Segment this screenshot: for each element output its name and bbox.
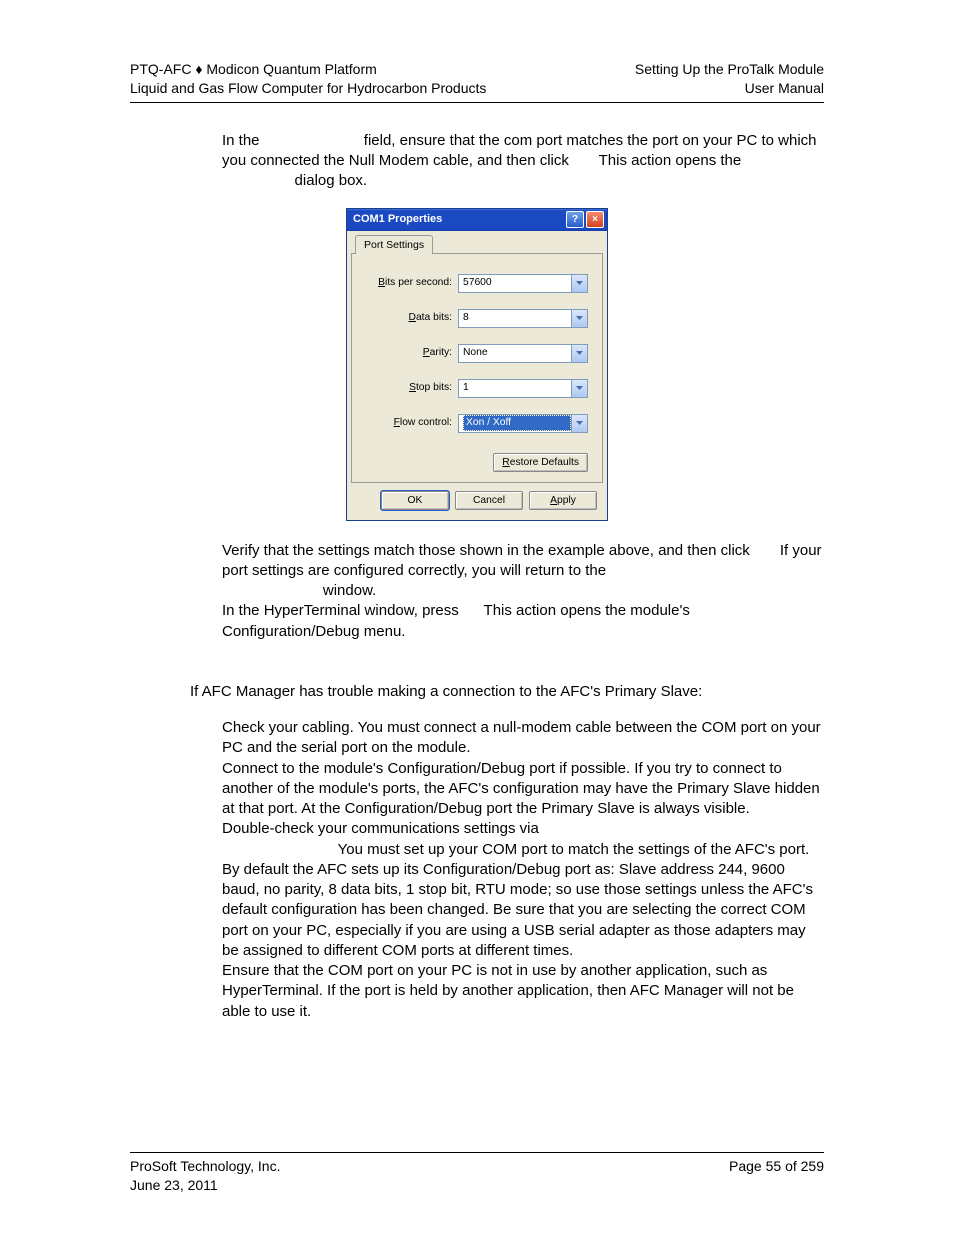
text: In the [222,132,264,149]
page-header: PTQ-AFC ♦ Modicon Quantum Platform Liqui… [130,60,824,103]
text: Double-check your communications setting… [222,820,539,837]
text: This action opens the [599,152,746,169]
dialog-titlebar[interactable]: COM1 Properties ? × [347,209,607,231]
com1-properties-dialog: COM1 Properties ? × Port Settings Bits p… [346,208,608,521]
troubleshoot-item-1: Check your cabling. You must connect a n… [222,718,824,759]
header-left-line2: Liquid and Gas Flow Computer for Hydroca… [130,79,486,98]
paragraph-2: Verify that the settings match those sho… [222,541,824,642]
troubleshoot-item-3: Double-check your communications setting… [222,819,824,961]
header-left-line1: PTQ-AFC ♦ Modicon Quantum Platform [130,60,486,79]
stop-bits-select[interactable]: 1 [458,379,588,398]
close-button[interactable]: × [586,211,604,228]
troubleshoot-item-2: Connect to the module's Configuration/De… [222,759,824,820]
tab-port-settings[interactable]: Port Settings [355,235,433,254]
chevron-down-icon [571,380,587,397]
text: window. [323,582,376,599]
parity-label: Parity: [366,346,458,360]
text: Verify that the settings match those sho… [222,542,754,559]
apply-button[interactable]: Apply [529,491,597,510]
restore-defaults-button[interactable]: Restore Defaults [493,453,588,472]
footer-page: Page 55 of 259 [729,1157,824,1176]
header-right-line2: User Manual [635,79,824,98]
footer-company: ProSoft Technology, Inc. [130,1157,280,1176]
help-button[interactable]: ? [566,211,584,228]
chevron-down-icon [571,345,587,362]
bits-per-second-label: Bits per second: [366,276,458,290]
ok-button[interactable]: OK [381,491,449,510]
data-bits-value: 8 [463,311,571,325]
chevron-down-icon [571,310,587,327]
parity-value: None [463,346,571,360]
footer-date: June 23, 2011 [130,1176,280,1195]
text: In the HyperTerminal window, press [222,602,463,619]
dialog-title: COM1 Properties [353,212,566,227]
text: You must set up your COM port to match t… [222,841,813,959]
parity-select[interactable]: None [458,344,588,363]
cancel-button[interactable]: Cancel [455,491,523,510]
data-bits-label: Data bits: [366,311,458,325]
text: dialog box. [295,172,368,189]
troubleshoot-intro: If AFC Manager has trouble making a conn… [190,682,824,702]
chevron-down-icon [571,415,587,432]
bits-per-second-value: 57600 [463,276,571,290]
flow-control-label: Flow control: [366,416,458,430]
header-right-line1: Setting Up the ProTalk Module [635,60,824,79]
flow-control-value: Xon / Xoff [463,415,571,431]
bits-per-second-select[interactable]: 57600 [458,274,588,293]
flow-control-select[interactable]: Xon / Xoff [458,414,588,433]
paragraph-1: In the Connect using field, ensure that … [222,131,824,192]
chevron-down-icon [571,275,587,292]
stop-bits-label: Stop bits: [366,381,458,395]
page-footer: ProSoft Technology, Inc. June 23, 2011 P… [130,1152,824,1195]
stop-bits-value: 1 [463,381,571,395]
troubleshoot-item-4: Ensure that the COM port on your PC is n… [222,961,824,1022]
data-bits-select[interactable]: 8 [458,309,588,328]
